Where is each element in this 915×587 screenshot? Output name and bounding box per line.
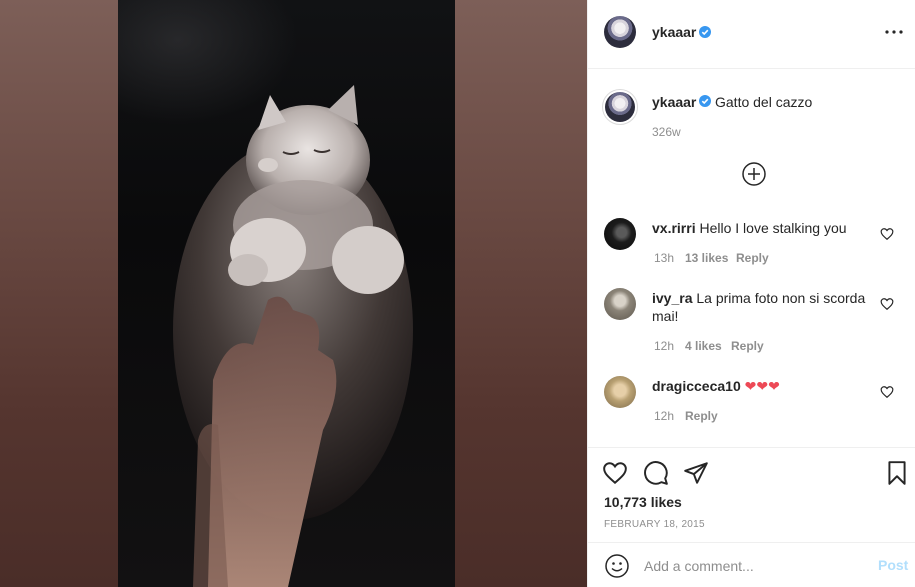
comment-text: Hello I love stalking you: [699, 220, 847, 236]
comment-3: dragicceca10 ❤❤❤: [652, 377, 872, 396]
comment-username[interactable]: vx.rirri: [652, 220, 696, 236]
post-photo[interactable]: [118, 0, 455, 587]
reply-button[interactable]: Reply: [736, 251, 769, 265]
instagram-post-modal: ykaaar ykaaar Gatto del cazzo 326w vx.ri…: [0, 0, 915, 587]
share-icon[interactable]: [683, 460, 709, 486]
caption-age[interactable]: 326w: [652, 125, 681, 139]
heart-icon[interactable]: [880, 227, 894, 241]
comment-2: ivy_ra La prima foto non si scorda mai!: [652, 289, 872, 325]
heart-icon[interactable]: [602, 460, 628, 486]
comment-likes[interactable]: 4 likes: [685, 339, 722, 353]
verified-icon: [699, 95, 711, 107]
post-date[interactable]: FEBRUARY 18, 2015: [604, 519, 705, 530]
owner-avatar[interactable]: [604, 16, 636, 48]
reply-button[interactable]: Reply: [731, 339, 764, 353]
caption-text: Gatto del cazzo: [715, 94, 813, 110]
post-details-panel: ykaaar ykaaar Gatto del cazzo 326w vx.ri…: [587, 0, 915, 587]
heart-icon[interactable]: [880, 385, 894, 399]
heart-icon[interactable]: [880, 297, 894, 311]
load-more-icon[interactable]: [741, 161, 767, 187]
add-comment-form: Post: [588, 542, 915, 587]
cat-photo-illustration: [173, 85, 413, 587]
reply-button[interactable]: Reply: [685, 409, 718, 423]
caption-avatar[interactable]: [602, 89, 638, 125]
comment-icon[interactable]: [643, 460, 669, 486]
caption-username[interactable]: ykaaar: [652, 94, 696, 110]
comment-age[interactable]: 12h: [654, 339, 674, 353]
comment-text: ❤❤❤: [744, 379, 780, 395]
post-header: ykaaar: [588, 0, 915, 69]
commenter-avatar[interactable]: [604, 218, 636, 250]
comment-username[interactable]: ivy_ra: [652, 290, 692, 306]
bookmark-icon[interactable]: [884, 460, 910, 486]
owner-username[interactable]: ykaaar: [652, 24, 696, 40]
comment-input[interactable]: [644, 555, 864, 577]
comment-age[interactable]: 12h: [654, 409, 674, 423]
more-icon[interactable]: [882, 22, 906, 42]
commenter-avatar[interactable]: [604, 288, 636, 320]
comment-username[interactable]: dragicceca10: [652, 378, 741, 394]
emoji-icon[interactable]: [604, 553, 630, 579]
likes-count[interactable]: 10,773 likes: [604, 494, 682, 510]
post-comment-button[interactable]: Post: [878, 557, 908, 573]
commenter-avatar[interactable]: [604, 376, 636, 408]
comment-age[interactable]: 13h: [654, 251, 674, 265]
media-backdrop: [0, 0, 587, 587]
comment-1: vx.rirri Hello I love stalking you: [652, 219, 872, 237]
comment-likes[interactable]: 13 likes: [685, 251, 728, 265]
verified-icon: [699, 26, 711, 38]
post-actions: 10,773 likes FEBRUARY 18, 2015: [588, 447, 915, 543]
